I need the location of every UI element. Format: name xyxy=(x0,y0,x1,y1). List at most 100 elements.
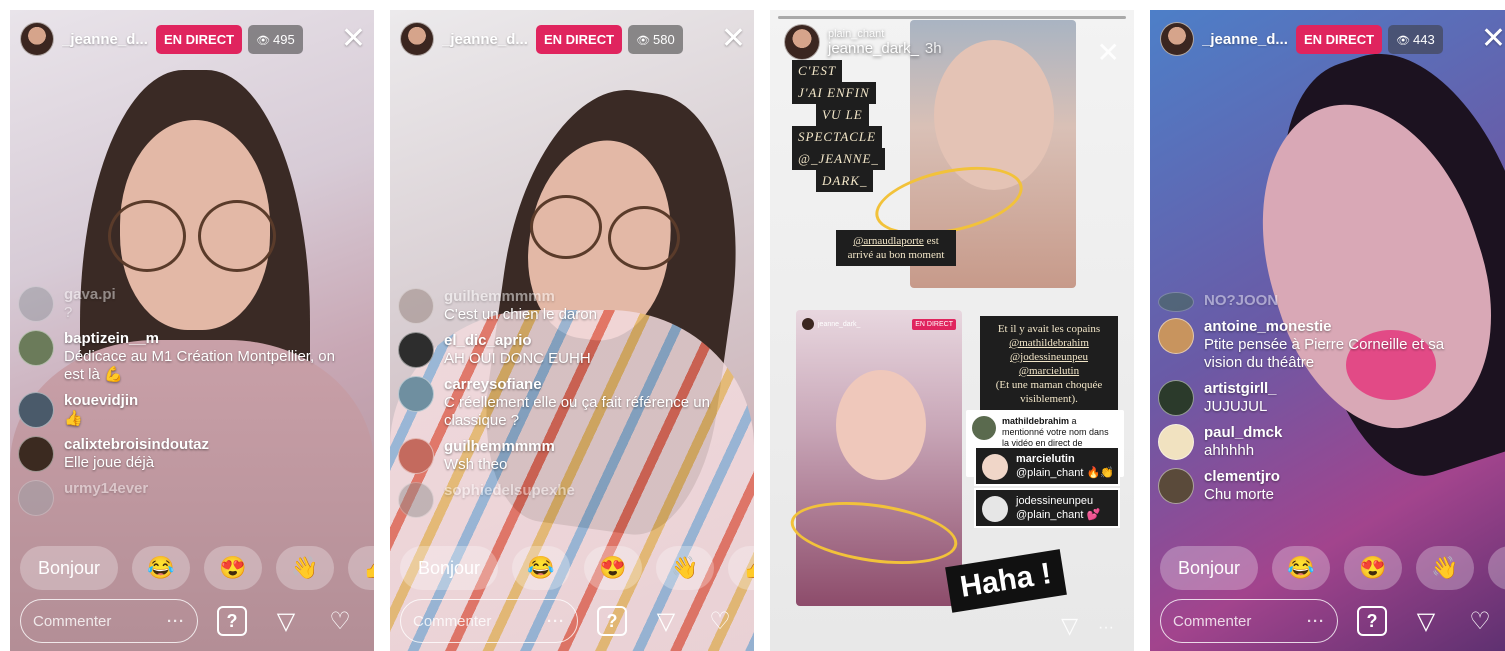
avatar[interactable] xyxy=(784,24,820,60)
tag-mention: @plain_chant 🔥👏 xyxy=(1016,467,1114,479)
comment-input[interactable]: Commenter ··· xyxy=(400,599,578,643)
quick-emoji-wave[interactable]: 👋 xyxy=(1416,546,1475,590)
comment-user: artistgirll_ xyxy=(1204,380,1277,397)
quick-emoji-thumbs-up[interactable]: 👍 xyxy=(1488,546,1505,590)
live-header: _jeanne_d... EN DIRECT 👁 495 ✕ xyxy=(20,22,366,56)
close-icon[interactable]: ✕ xyxy=(341,24,366,54)
story-username[interactable]: plain_chant jeanne_dark_ 3h xyxy=(828,28,942,57)
comment-item: sophiedelsupexhe xyxy=(398,482,724,518)
close-icon[interactable]: ✕ xyxy=(1481,24,1505,54)
arrived-user[interactable]: @arnaudlaporte xyxy=(853,235,924,247)
more-options-icon[interactable]: ··· xyxy=(1098,619,1114,637)
live-panel-4: _jeanne_d... EN DIRECT 👁 443 ✕ NO?JOON an… xyxy=(1150,10,1505,651)
eye-icon: 👁 xyxy=(1396,34,1411,47)
quick-emoji-wave[interactable]: 👋 xyxy=(656,546,715,590)
comment-tag: jodessineunpeu @plain_chant 💕 xyxy=(974,488,1120,528)
heart-icon[interactable]: ♡ xyxy=(1460,601,1500,641)
copains-user[interactable]: @marcielutin xyxy=(1019,365,1079,377)
avatar[interactable] xyxy=(400,22,434,56)
quick-emoji-thumbs-up[interactable]: 👍 xyxy=(348,546,374,590)
quick-emoji-heart-eyes[interactable]: 😍 xyxy=(204,546,263,590)
comment-avatar xyxy=(1158,380,1194,416)
question-icon[interactable]: ? xyxy=(212,601,252,641)
avatar[interactable] xyxy=(20,22,54,56)
live-header: _jeanne_d... EN DIRECT 👁 580 ✕ xyxy=(400,22,746,56)
viewer-count-value: 495 xyxy=(273,31,295,47)
arrived-caption: @arnaudlaporte est arrivé au bon moment xyxy=(836,230,956,266)
live-footer: Commenter ··· ? ▽ ♡ xyxy=(400,598,746,644)
comment-user: paul_dmck xyxy=(1204,424,1283,441)
quick-emoji-thumbs-up[interactable]: 👍 xyxy=(728,546,754,590)
quick-emoji-laugh[interactable]: 😂 xyxy=(512,546,571,590)
question-icon[interactable]: ? xyxy=(1352,601,1392,641)
quick-reactions: Bonjour 😂 😍 👋 👍 xyxy=(20,546,374,590)
comment-text: AH OUI DONC EUHH xyxy=(444,350,591,367)
comment-list: guilhemmmmm C'est un chien le daron el_di… xyxy=(398,288,724,526)
more-options-icon[interactable]: ··· xyxy=(547,613,565,630)
comment-text: Ptite pensée à Pierre Corneille et sa vi… xyxy=(1204,336,1445,371)
comment-item: guilhemmmmm C'est un chien le daron xyxy=(398,288,724,324)
tag-avatar xyxy=(982,454,1008,480)
mention-user: mathildebrahim xyxy=(1002,416,1070,426)
username[interactable]: _jeanne_d... xyxy=(1202,31,1290,48)
comment-item: clementjro Chu morte xyxy=(1158,468,1484,504)
quick-emoji-wave[interactable]: 👋 xyxy=(276,546,335,590)
copains-user[interactable]: @jodessineunpeu xyxy=(1010,351,1088,363)
copains-note: (Et une maman choquée visiblement). xyxy=(995,379,1103,405)
story-progress-bar xyxy=(778,16,1126,19)
copains-caption: Et il y avait les copains @mathildebrahi… xyxy=(980,316,1118,412)
comment-item: el_dic_aprio AH OUI DONC EUHH xyxy=(398,332,724,368)
comment-avatar xyxy=(1158,292,1194,312)
comment-user: guilhemmmmm xyxy=(444,288,555,305)
quick-reply-bonjour[interactable]: Bonjour xyxy=(1160,546,1259,590)
live-badge: EN DIRECT xyxy=(536,24,623,54)
send-icon[interactable]: ▽ xyxy=(1406,601,1446,641)
question-glyph: ? xyxy=(217,606,247,636)
comment-item: antoine_monestie Ptite pensée à Pierre Co… xyxy=(1158,318,1484,372)
quick-emoji-laugh[interactable]: 😂 xyxy=(1272,546,1331,590)
comment-avatar xyxy=(18,436,54,472)
live-footer: Commenter ··· ? ▽ ♡ xyxy=(1160,598,1505,644)
quick-reply-bonjour[interactable]: Bonjour xyxy=(20,546,119,590)
more-options-icon[interactable]: ··· xyxy=(167,613,185,630)
question-icon[interactable]: ? xyxy=(592,601,632,641)
quick-emoji-laugh[interactable]: 😂 xyxy=(132,546,191,590)
more-options-icon[interactable]: ··· xyxy=(1307,613,1325,630)
quick-reply-bonjour[interactable]: Bonjour xyxy=(400,546,499,590)
quick-emoji-heart-eyes[interactable]: 😍 xyxy=(1344,546,1403,590)
comment-placeholder: Commenter xyxy=(1173,612,1252,630)
story-title-line: J'AI ENFIN xyxy=(792,82,876,104)
comment-text: ? xyxy=(64,304,73,321)
heart-icon[interactable]: ♡ xyxy=(700,601,740,641)
mini-avatar xyxy=(802,318,814,330)
story-header: plain_chant jeanne_dark_ 3h xyxy=(784,24,942,60)
tag-mention: @plain_chant 💕 xyxy=(1016,509,1101,521)
send-icon[interactable]: ▽ xyxy=(1061,613,1078,639)
comment-user: antoine_monestie xyxy=(1204,318,1332,335)
story-title-line: VU LE xyxy=(816,104,869,126)
close-icon[interactable]: ✕ xyxy=(721,24,746,54)
avatar[interactable] xyxy=(1160,22,1194,56)
username[interactable]: _jeanne_d... xyxy=(442,31,530,48)
send-icon[interactable]: ▽ xyxy=(266,601,306,641)
comment-item: artistgirll_ JUJUJUL xyxy=(1158,380,1484,416)
live-panel-2: _jeanne_d... EN DIRECT 👁 580 ✕ guilhemmmm… xyxy=(390,10,754,651)
story-title-line: SPECTACLE xyxy=(792,126,883,148)
comment-input[interactable]: Commenter ··· xyxy=(20,599,198,643)
quick-emoji-heart-eyes[interactable]: 😍 xyxy=(584,546,643,590)
comment-text: JUJUJUL xyxy=(1204,398,1268,415)
comment-text: 👍 xyxy=(64,410,83,427)
heart-icon[interactable]: ♡ xyxy=(320,601,360,641)
close-icon[interactable]: ✕ xyxy=(1097,36,1120,69)
send-icon[interactable]: ▽ xyxy=(646,601,686,641)
comment-avatar xyxy=(18,330,54,366)
comment-avatar xyxy=(398,332,434,368)
scene-glasses-right xyxy=(608,206,680,270)
username[interactable]: _jeanne_d... xyxy=(62,31,150,48)
comment-item: calixtebroisindoutaz Elle joue déjà xyxy=(18,436,344,472)
eye-icon: 👁 xyxy=(256,34,271,47)
comment-item: baptizein__m Dédicace au M1 Création Mont… xyxy=(18,330,344,384)
comment-input[interactable]: Commenter ··· xyxy=(1160,599,1338,643)
copains-user[interactable]: @mathildebrahim xyxy=(1009,337,1089,349)
viewer-count-value: 580 xyxy=(653,31,675,47)
